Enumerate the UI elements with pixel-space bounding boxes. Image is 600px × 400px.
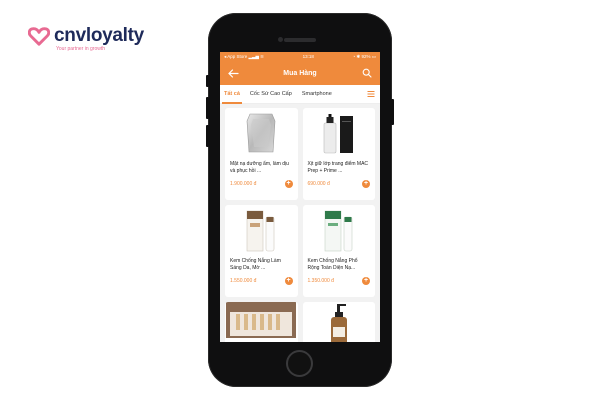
menu-icon[interactable] <box>367 90 375 98</box>
product-price: 690.000 đ <box>307 181 330 187</box>
product-image <box>225 302 298 342</box>
tab-premium-cups[interactable]: Cốc Sứ Cao Cấp <box>250 85 292 104</box>
add-to-cart-button[interactable]: + <box>284 277 293 285</box>
product-grid: Mặt nạ dưỡng ẩm, làm dịu và phục hồi ...… <box>220 104 380 342</box>
app-screen: ◂ App Store ▂▃▅ ≋ 13:18 ◔ ✱ 92% ▭ Mua Hà… <box>220 52 380 342</box>
product-image <box>303 205 376 255</box>
add-to-cart-button[interactable]: + <box>362 277 370 285</box>
product-name: Mặt nạ dưỡng ẩm, làm dịu và phục hồi ... <box>230 161 289 174</box>
add-to-cart-button[interactable]: + <box>362 180 370 188</box>
mute-switch <box>206 75 209 87</box>
volume-down-button <box>206 125 209 147</box>
product-image <box>303 302 376 342</box>
home-button[interactable] <box>286 350 313 377</box>
status-bar: ◂ App Store ▂▃▅ ≋ 13:18 ◔ ✱ 92% ▭ <box>220 52 380 61</box>
tab-smartphone[interactable]: Smartphone <box>302 85 332 104</box>
page-title: Mua Hàng <box>283 69 317 77</box>
brand-tagline: Your partner in growth <box>56 46 106 52</box>
phone-frame: ◂ App Store ▂▃▅ ≋ 13:18 ◔ ✱ 92% ▭ Mua Hà… <box>206 13 394 387</box>
product-card[interactable]: Kem Chống Nắng Làm Sáng Da, Mờ ... 1.550… <box>225 205 298 297</box>
product-image <box>303 108 376 158</box>
product-name: Kem Chống Nắng Làm Sáng Da, Mờ ... <box>230 258 281 271</box>
product-price: 1.900.000 đ <box>230 181 257 187</box>
back-button[interactable] <box>226 66 240 80</box>
volume-up-button <box>206 97 209 119</box>
status-time: 13:18 <box>302 54 314 59</box>
sunscreen-box-icon <box>246 210 275 252</box>
search-icon <box>362 68 372 78</box>
speaker <box>284 38 316 42</box>
add-to-cart-button[interactable]: + <box>284 180 293 188</box>
status-carrier: ◂ App Store ▂▃▅ ≋ <box>224 53 264 59</box>
nav-bar: Mua Hàng <box>220 61 380 85</box>
product-image <box>225 205 298 255</box>
search-button[interactable] <box>360 66 374 80</box>
power-button <box>391 99 394 125</box>
product-card[interactable]: Kem Chống Nắng Phổ Rộng Toàn Diện Nạ... … <box>302 205 376 297</box>
pump-bottle-icon <box>330 304 347 342</box>
product-name: Xịt giữ lớp trang điểm MAC Prep + Prime … <box>307 161 369 174</box>
sunscreen-box-green-icon <box>324 210 353 252</box>
tab-all[interactable]: Tất cả <box>222 85 242 104</box>
spray-bottle-icon <box>323 114 353 154</box>
brand-logo: cnvloyalty Your partner in growth <box>28 26 144 52</box>
product-card[interactable]: Xịt giữ lớp trang điểm MAC Prep + Prime … <box>302 108 376 200</box>
front-camera <box>278 37 283 42</box>
arrow-left-icon <box>227 68 239 78</box>
status-battery: ◔ ✱ 92% ▭ <box>352 53 376 59</box>
product-image <box>225 108 298 158</box>
foil-mask-pack-icon <box>246 113 276 153</box>
product-card[interactable] <box>302 302 376 342</box>
category-tabs: Tất cả Cốc Sứ Cao Cấp Smartphone <box>220 85 380 104</box>
brand-name: cnvloyalty <box>54 25 144 46</box>
product-name: Kem Chống Nắng Phổ Rộng Toàn Diện Nạ... <box>307 258 358 271</box>
product-price: 1.550.000 đ <box>230 278 257 284</box>
product-price: 1.350.000 đ <box>307 278 334 284</box>
ampoule-box-icon <box>226 302 297 338</box>
heart-logo-icon <box>28 27 50 46</box>
product-card[interactable]: Mặt nạ dưỡng ẩm, làm dịu và phục hồi ...… <box>225 108 298 200</box>
product-card[interactable] <box>225 302 298 342</box>
